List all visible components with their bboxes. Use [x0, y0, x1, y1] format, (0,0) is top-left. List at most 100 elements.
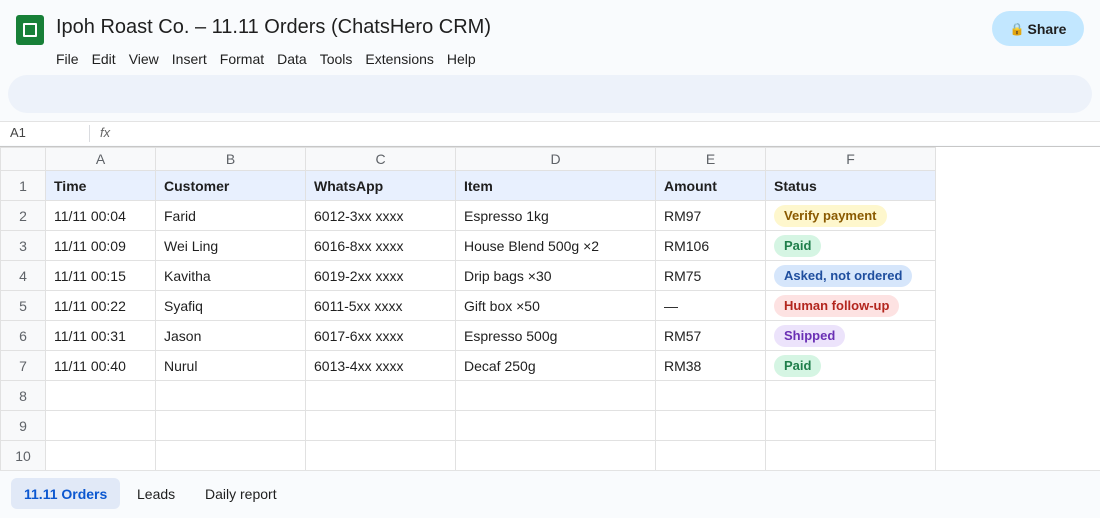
sheet-tab-daily-report[interactable]: Daily report	[192, 478, 290, 509]
customer-cell[interactable]: Jason	[155, 320, 306, 351]
formula-separator	[89, 125, 90, 142]
column-header-a[interactable]: A	[45, 147, 156, 171]
menu-tools[interactable]: Tools	[320, 51, 359, 67]
whatsapp-cell[interactable]: 6019-2xx xxxx	[305, 260, 456, 291]
header-cell-time[interactable]: Time	[45, 170, 156, 201]
empty-cell[interactable]	[765, 440, 936, 471]
empty-cell[interactable]	[155, 440, 306, 471]
amount-cell[interactable]: RM106	[655, 230, 766, 261]
header-cell-customer[interactable]: Customer	[155, 170, 306, 201]
row-number[interactable]: 5	[0, 290, 46, 321]
time-cell[interactable]: 11/11 00:15	[45, 260, 156, 291]
name-box[interactable]: A1	[10, 125, 26, 140]
header-cell-status[interactable]: Status	[765, 170, 936, 201]
status-cell[interactable]: Asked, not ordered	[765, 260, 936, 291]
empty-cell[interactable]	[305, 440, 456, 471]
item-cell[interactable]: Espresso 500g	[455, 320, 656, 351]
formula-bar: A1 fx	[0, 121, 1100, 145]
time-cell[interactable]: 11/11 00:04	[45, 200, 156, 231]
share-button[interactable]: 🔒 Share	[992, 11, 1084, 46]
whatsapp-cell[interactable]: 6013-4xx xxxx	[305, 350, 456, 381]
empty-cell[interactable]	[455, 440, 656, 471]
header-cell-whatsapp[interactable]: WhatsApp	[305, 170, 456, 201]
column-header-f[interactable]: F	[765, 147, 936, 171]
amount-cell[interactable]: RM97	[655, 200, 766, 231]
status-badge: Verify payment	[774, 204, 887, 227]
table-row: 6 11/11 00:31 Jason 6017-6xx xxxx Espres…	[0, 320, 936, 351]
header-cell-amount[interactable]: Amount	[655, 170, 766, 201]
row-number[interactable]: 10	[0, 440, 46, 471]
google-sheets-icon[interactable]	[16, 15, 44, 45]
empty-cell[interactable]	[655, 380, 766, 411]
row-number[interactable]: 1	[0, 170, 46, 201]
row-number[interactable]: 7	[0, 350, 46, 381]
amount-cell[interactable]: RM38	[655, 350, 766, 381]
menu-view[interactable]: View	[129, 51, 165, 67]
column-header-d[interactable]: D	[455, 147, 656, 171]
empty-cell[interactable]	[305, 410, 456, 441]
toolbar[interactable]	[8, 75, 1092, 113]
sheet-tab-orders[interactable]: 11.11 Orders	[11, 478, 121, 509]
status-badge: Shipped	[774, 324, 846, 347]
header-cell-item[interactable]: Item	[455, 170, 656, 201]
empty-cell[interactable]	[155, 380, 306, 411]
customer-cell[interactable]: Wei Ling	[155, 230, 306, 261]
whatsapp-cell[interactable]: 6012-3xx xxxx	[305, 200, 456, 231]
row-number[interactable]: 6	[0, 320, 46, 351]
whatsapp-cell[interactable]: 6011-5xx xxxx	[305, 290, 456, 321]
item-cell[interactable]: House Blend 500g ×2	[455, 230, 656, 261]
empty-cell[interactable]	[655, 410, 766, 441]
empty-cell[interactable]	[155, 410, 306, 441]
time-cell[interactable]: 11/11 00:31	[45, 320, 156, 351]
customer-cell[interactable]: Farid	[155, 200, 306, 231]
empty-cell[interactable]	[45, 440, 156, 471]
menu-file[interactable]: File	[56, 51, 85, 67]
menu-edit[interactable]: Edit	[92, 51, 122, 67]
empty-cell[interactable]	[765, 380, 936, 411]
status-cell[interactable]: Human follow-up	[765, 290, 936, 321]
amount-cell[interactable]: RM57	[655, 320, 766, 351]
whatsapp-cell[interactable]: 6016-8xx xxxx	[305, 230, 456, 261]
amount-cell[interactable]: RM75	[655, 260, 766, 291]
item-cell[interactable]: Decaf 250g	[455, 350, 656, 381]
amount-cell[interactable]: —	[655, 290, 766, 321]
menu-help[interactable]: Help	[447, 51, 482, 67]
column-header-e[interactable]: E	[655, 147, 766, 171]
item-cell[interactable]: Drip bags ×30	[455, 260, 656, 291]
status-cell[interactable]: Paid	[765, 350, 936, 381]
empty-cell[interactable]	[765, 410, 936, 441]
time-cell[interactable]: 11/11 00:22	[45, 290, 156, 321]
status-cell[interactable]: Paid	[765, 230, 936, 261]
sheet-tab-leads[interactable]: Leads	[124, 478, 188, 509]
column-header-c[interactable]: C	[305, 147, 456, 171]
item-cell[interactable]: Gift box ×50	[455, 290, 656, 321]
document-title[interactable]: Ipoh Roast Co. – 11.11 Orders (ChatsHero…	[56, 16, 491, 39]
empty-cell[interactable]	[655, 440, 766, 471]
menu-extensions[interactable]: Extensions	[365, 51, 439, 67]
row-number[interactable]: 9	[0, 410, 46, 441]
column-header-b[interactable]: B	[155, 147, 306, 171]
row-number[interactable]: 2	[0, 200, 46, 231]
menu-data[interactable]: Data	[277, 51, 313, 67]
customer-cell[interactable]: Kavitha	[155, 260, 306, 291]
empty-cell[interactable]	[455, 410, 656, 441]
time-cell[interactable]: 11/11 00:09	[45, 230, 156, 261]
time-cell[interactable]: 11/11 00:40	[45, 350, 156, 381]
row-number[interactable]: 3	[0, 230, 46, 261]
menu-insert[interactable]: Insert	[172, 51, 213, 67]
empty-cell[interactable]	[45, 410, 156, 441]
status-cell[interactable]: Shipped	[765, 320, 936, 351]
item-cell[interactable]: Espresso 1kg	[455, 200, 656, 231]
empty-cell[interactable]	[455, 380, 656, 411]
customer-cell[interactable]: Nurul	[155, 350, 306, 381]
status-cell[interactable]: Verify payment	[765, 200, 936, 231]
empty-cell[interactable]	[305, 380, 456, 411]
table-row: 9	[0, 410, 936, 441]
row-number[interactable]: 4	[0, 260, 46, 291]
customer-cell[interactable]: Syafiq	[155, 290, 306, 321]
select-all-corner[interactable]	[0, 147, 46, 171]
menu-format[interactable]: Format	[220, 51, 270, 67]
whatsapp-cell[interactable]: 6017-6xx xxxx	[305, 320, 456, 351]
row-number[interactable]: 8	[0, 380, 46, 411]
empty-cell[interactable]	[45, 380, 156, 411]
